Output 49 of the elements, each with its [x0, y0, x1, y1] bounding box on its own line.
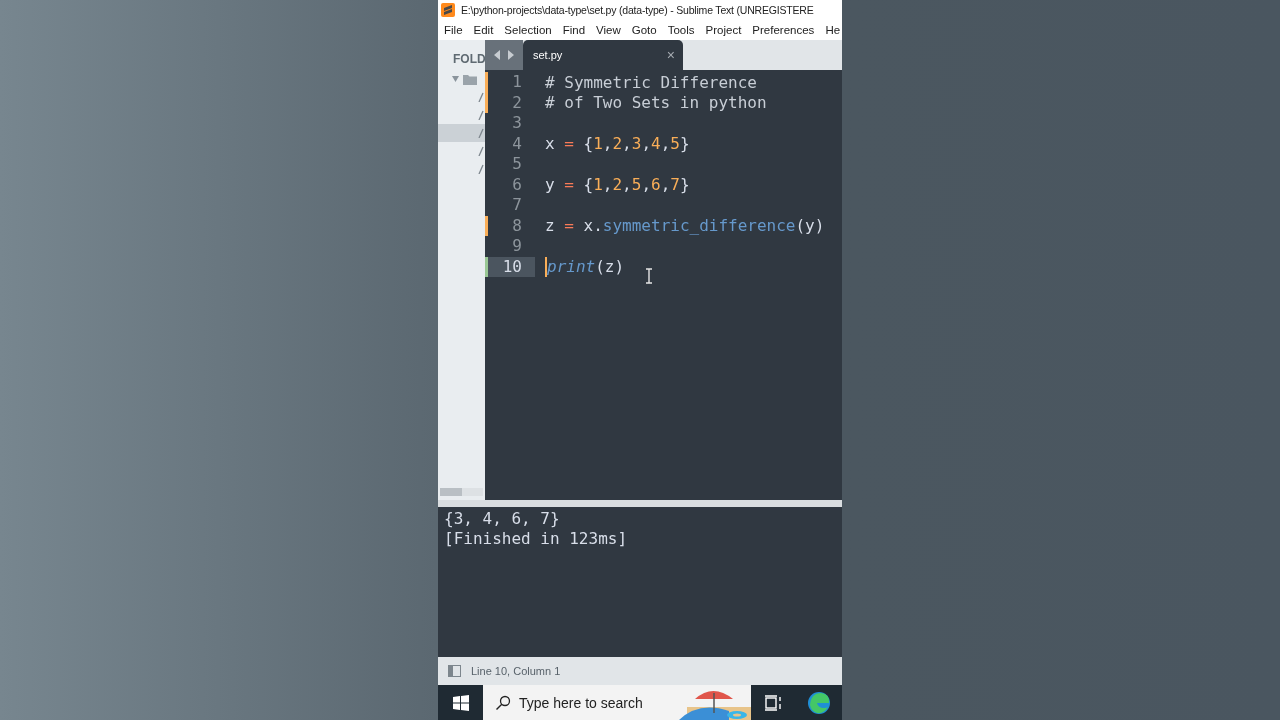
- line-number: 5: [511, 154, 523, 175]
- code-line: z = x.symmetric_difference(y): [545, 216, 825, 236]
- app-logo-icon: [441, 3, 455, 17]
- task-view-icon[interactable]: [764, 694, 783, 711]
- menu-item[interactable]: He: [825, 24, 842, 36]
- sidebar-header: FOLD: [453, 52, 485, 68]
- line-number: 6: [511, 174, 523, 195]
- panel-splitter[interactable]: [438, 500, 842, 507]
- line-number: 1: [511, 72, 523, 93]
- menu-item[interactable]: Goto: [631, 24, 668, 36]
- line-number: 9: [511, 236, 523, 257]
- line-number: 4: [511, 133, 523, 154]
- search-icon: [495, 694, 511, 711]
- code-line: x = {1,2,3,4,5}: [545, 134, 690, 154]
- line-number: 3: [511, 113, 523, 134]
- code-line: print(z): [547, 257, 625, 277]
- menu-item[interactable]: View: [596, 24, 632, 36]
- menu-item[interactable]: Selection: [504, 24, 563, 36]
- menu-item[interactable]: Edit: [473, 24, 505, 36]
- line-number: 7: [511, 195, 523, 216]
- panel-toggle-icon[interactable]: [448, 665, 461, 677]
- browser-icon[interactable]: [806, 690, 831, 715]
- text-caret: [545, 256, 547, 277]
- folder-icon: [463, 73, 477, 85]
- line-number: 10: [488, 256, 535, 277]
- line-number: 8: [511, 215, 523, 236]
- line-number: 2: [511, 92, 523, 113]
- close-icon[interactable]: ×: [666, 47, 675, 63]
- menu-item[interactable]: Tools: [667, 24, 706, 36]
- text-cursor-icon: [645, 268, 653, 284]
- menu-item[interactable]: Find: [562, 24, 597, 36]
- scrollbar[interactable]: [440, 488, 483, 496]
- menu-item[interactable]: File: [444, 24, 474, 36]
- menu-item[interactable]: Preferences: [752, 24, 826, 36]
- code-line: y = {1,2,5,6,7}: [545, 175, 690, 195]
- tab-navigation-arrows-icon[interactable]: [494, 50, 514, 60]
- output-line: [Finished in 123ms]: [444, 529, 629, 549]
- search-bar[interactable]: Type here to search: [483, 685, 751, 720]
- windows-start-icon[interactable]: [452, 694, 469, 711]
- search-field[interactable]: Type here to search: [519, 694, 669, 711]
- code-line: # Symmetric Difference: [545, 72, 757, 92]
- status-text: Line 10, Column 1: [471, 665, 561, 677]
- file-tab[interactable]: set.py ×: [523, 40, 683, 70]
- menu-item[interactable]: Project: [705, 24, 753, 36]
- expand-arrow-icon[interactable]: [452, 76, 459, 82]
- sidebar-item[interactable]: [438, 124, 485, 142]
- output-line: {3, 4, 6, 7}: [444, 509, 561, 529]
- window-title: E:\python-projects\data-type\set.py (data-type) - Sublime Text (UNREGISTERE: [461, 4, 814, 16]
- code-line: # of Two Sets in python: [545, 93, 767, 113]
